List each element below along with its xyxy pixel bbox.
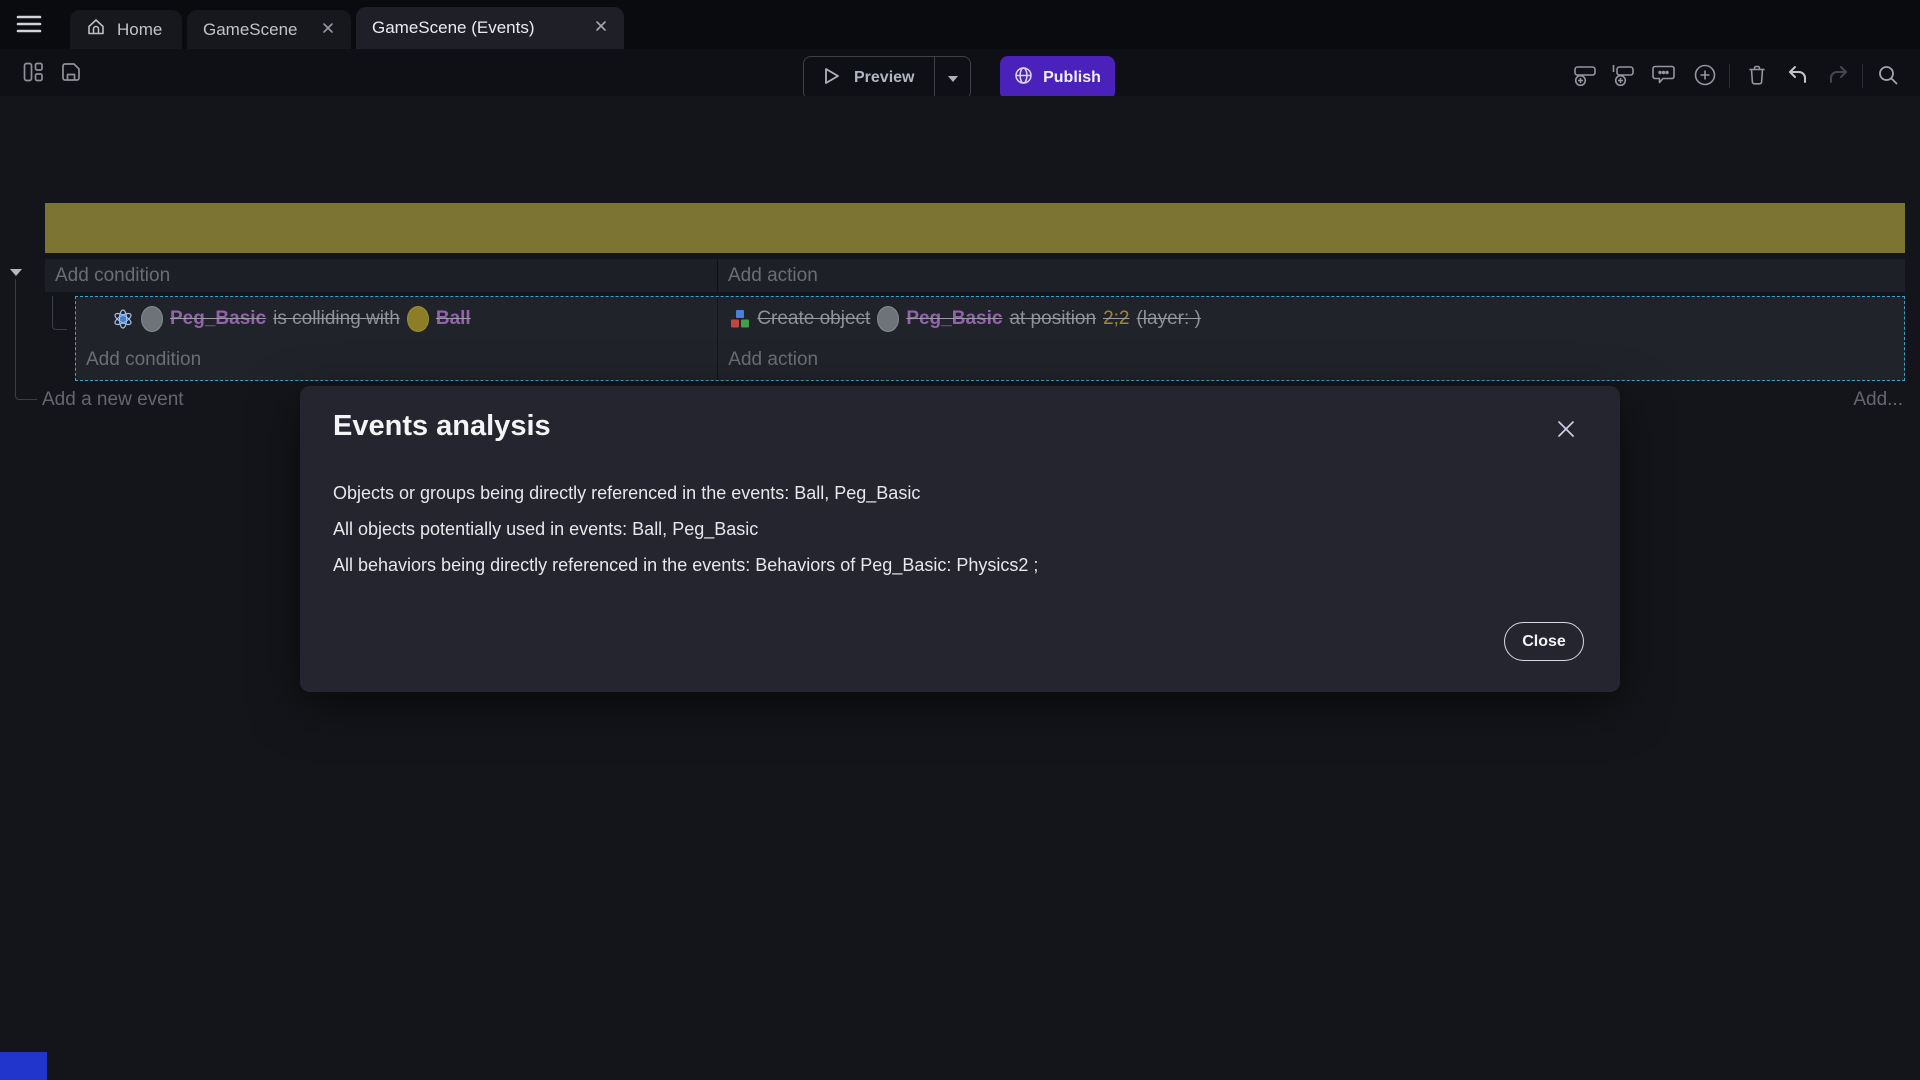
add-new-event-button[interactable] — [1570, 61, 1600, 91]
redo-icon — [1825, 62, 1851, 91]
object-thumbnail-ball-icon — [407, 306, 429, 332]
search-button[interactable] — [1873, 61, 1903, 91]
analysis-line-objects-used: All objects potentially used in events: … — [333, 519, 758, 540]
trash-icon — [1745, 63, 1769, 90]
tree-connector — [52, 296, 67, 330]
tree-connector — [15, 279, 37, 400]
comment-event[interactable] — [45, 203, 1905, 253]
undo-icon — [1785, 62, 1811, 91]
action-verb: Create object — [757, 308, 870, 329]
add-action-link[interactable]: Add action — [718, 341, 1904, 379]
add-condition-link[interactable]: Add condition — [76, 341, 717, 379]
collision-condition-row[interactable]: Peg_Basic is colliding with Ball — [76, 297, 717, 341]
home-icon — [86, 17, 106, 42]
hamburger-menu-icon — [16, 14, 42, 37]
add-more-link[interactable]: Add... — [1853, 389, 1903, 411]
preview-label: Preview — [854, 69, 914, 87]
add-circle-icon — [1692, 62, 1718, 91]
object-thumbnail-peg-icon — [877, 306, 899, 332]
object-thumbnail-peg-icon — [141, 306, 163, 332]
add-action-link[interactable]: Add action — [718, 259, 1905, 292]
event-conditions-column: Add condition — [45, 259, 717, 292]
condition-text: is colliding with — [273, 308, 400, 329]
save-button[interactable] — [56, 58, 86, 88]
condition-other-object-name: Ball — [436, 308, 471, 329]
publish-button[interactable]: Publish — [1000, 56, 1115, 100]
add-comment-icon — [1651, 62, 1676, 90]
publish-label: Publish — [1043, 69, 1101, 87]
close-icon[interactable] — [321, 20, 335, 40]
add-new-event-icon — [1572, 62, 1598, 91]
create-object-action-row[interactable]: Create object Peg_Basic at position 2;2 (lay… — [718, 297, 1904, 341]
analysis-line-objects-referenced: Objects or groups being directly referen… — [333, 483, 920, 504]
delete-button[interactable] — [1742, 61, 1772, 91]
dialog-close-x-button[interactable] — [1548, 412, 1584, 448]
action-coordinates: 2;2 — [1103, 308, 1129, 329]
tab-home[interactable]: Home — [70, 10, 182, 49]
add-sub-event-button[interactable] — [1608, 61, 1638, 91]
tab-label: Home — [117, 20, 162, 40]
choose-add-event-button[interactable] — [1690, 61, 1720, 91]
condition-object-name: Peg_Basic — [170, 308, 266, 329]
preview-split-button: Preview — [803, 56, 971, 100]
dialog-title: Events analysis — [333, 410, 551, 443]
close-icon — [1555, 418, 1577, 443]
tab-label: GameScene — [203, 20, 298, 40]
create-object-icon — [730, 308, 750, 329]
chevron-down-icon — [947, 71, 959, 86]
tab-gamescene-events[interactable]: GameScene (Events) — [356, 7, 624, 49]
search-icon — [1876, 63, 1900, 90]
event-actions-column: Add action — [717, 259, 1905, 292]
tab-label: GameScene (Events) — [372, 18, 535, 38]
add-condition-link[interactable]: Add condition — [45, 259, 717, 292]
hamburger-menu-button[interactable] — [10, 9, 48, 41]
bottom-left-indicator — [0, 1052, 47, 1080]
sub-event-conditions-column: Peg_Basic is colliding with Ball Add condi… — [76, 297, 717, 380]
preview-button[interactable]: Preview — [804, 57, 935, 99]
editor-panels-icon — [21, 60, 45, 87]
add-sub-event-icon — [1610, 62, 1636, 91]
tab-gamescene[interactable]: GameScene — [187, 10, 351, 49]
collision-condition-icon — [112, 308, 134, 329]
sub-event-actions-column: Create object Peg_Basic at position 2;2 (lay… — [717, 297, 1904, 380]
analysis-line-behaviors: All behaviors being directly referenced … — [333, 555, 1038, 576]
play-icon — [820, 65, 842, 92]
toolbar-separator — [1862, 64, 1863, 88]
action-object-name: Peg_Basic — [906, 308, 1002, 329]
undo-button[interactable] — [1783, 61, 1813, 91]
tab-bar: Home GameScene GameScene (Events) — [0, 0, 1920, 49]
save-icon — [59, 60, 83, 87]
selected-sub-event[interactable]: Peg_Basic is colliding with Ball Add condi… — [75, 296, 1905, 381]
redo-button[interactable] — [1823, 61, 1853, 91]
close-icon[interactable] — [594, 18, 608, 38]
action-text: at position — [1009, 308, 1096, 329]
action-layer-suffix: (layer: ) — [1136, 308, 1200, 329]
add-new-event-link[interactable]: Add a new event — [42, 389, 184, 411]
close-button[interactable]: Close — [1504, 622, 1584, 661]
preview-options-button[interactable] — [935, 57, 970, 99]
toolbar-separator — [1729, 64, 1730, 88]
globe-icon — [1014, 66, 1033, 90]
events-analysis-dialog: Events analysis Objects or groups being … — [300, 386, 1620, 692]
editor-panels-button[interactable] — [18, 58, 48, 88]
add-comment-button[interactable] — [1648, 61, 1678, 91]
